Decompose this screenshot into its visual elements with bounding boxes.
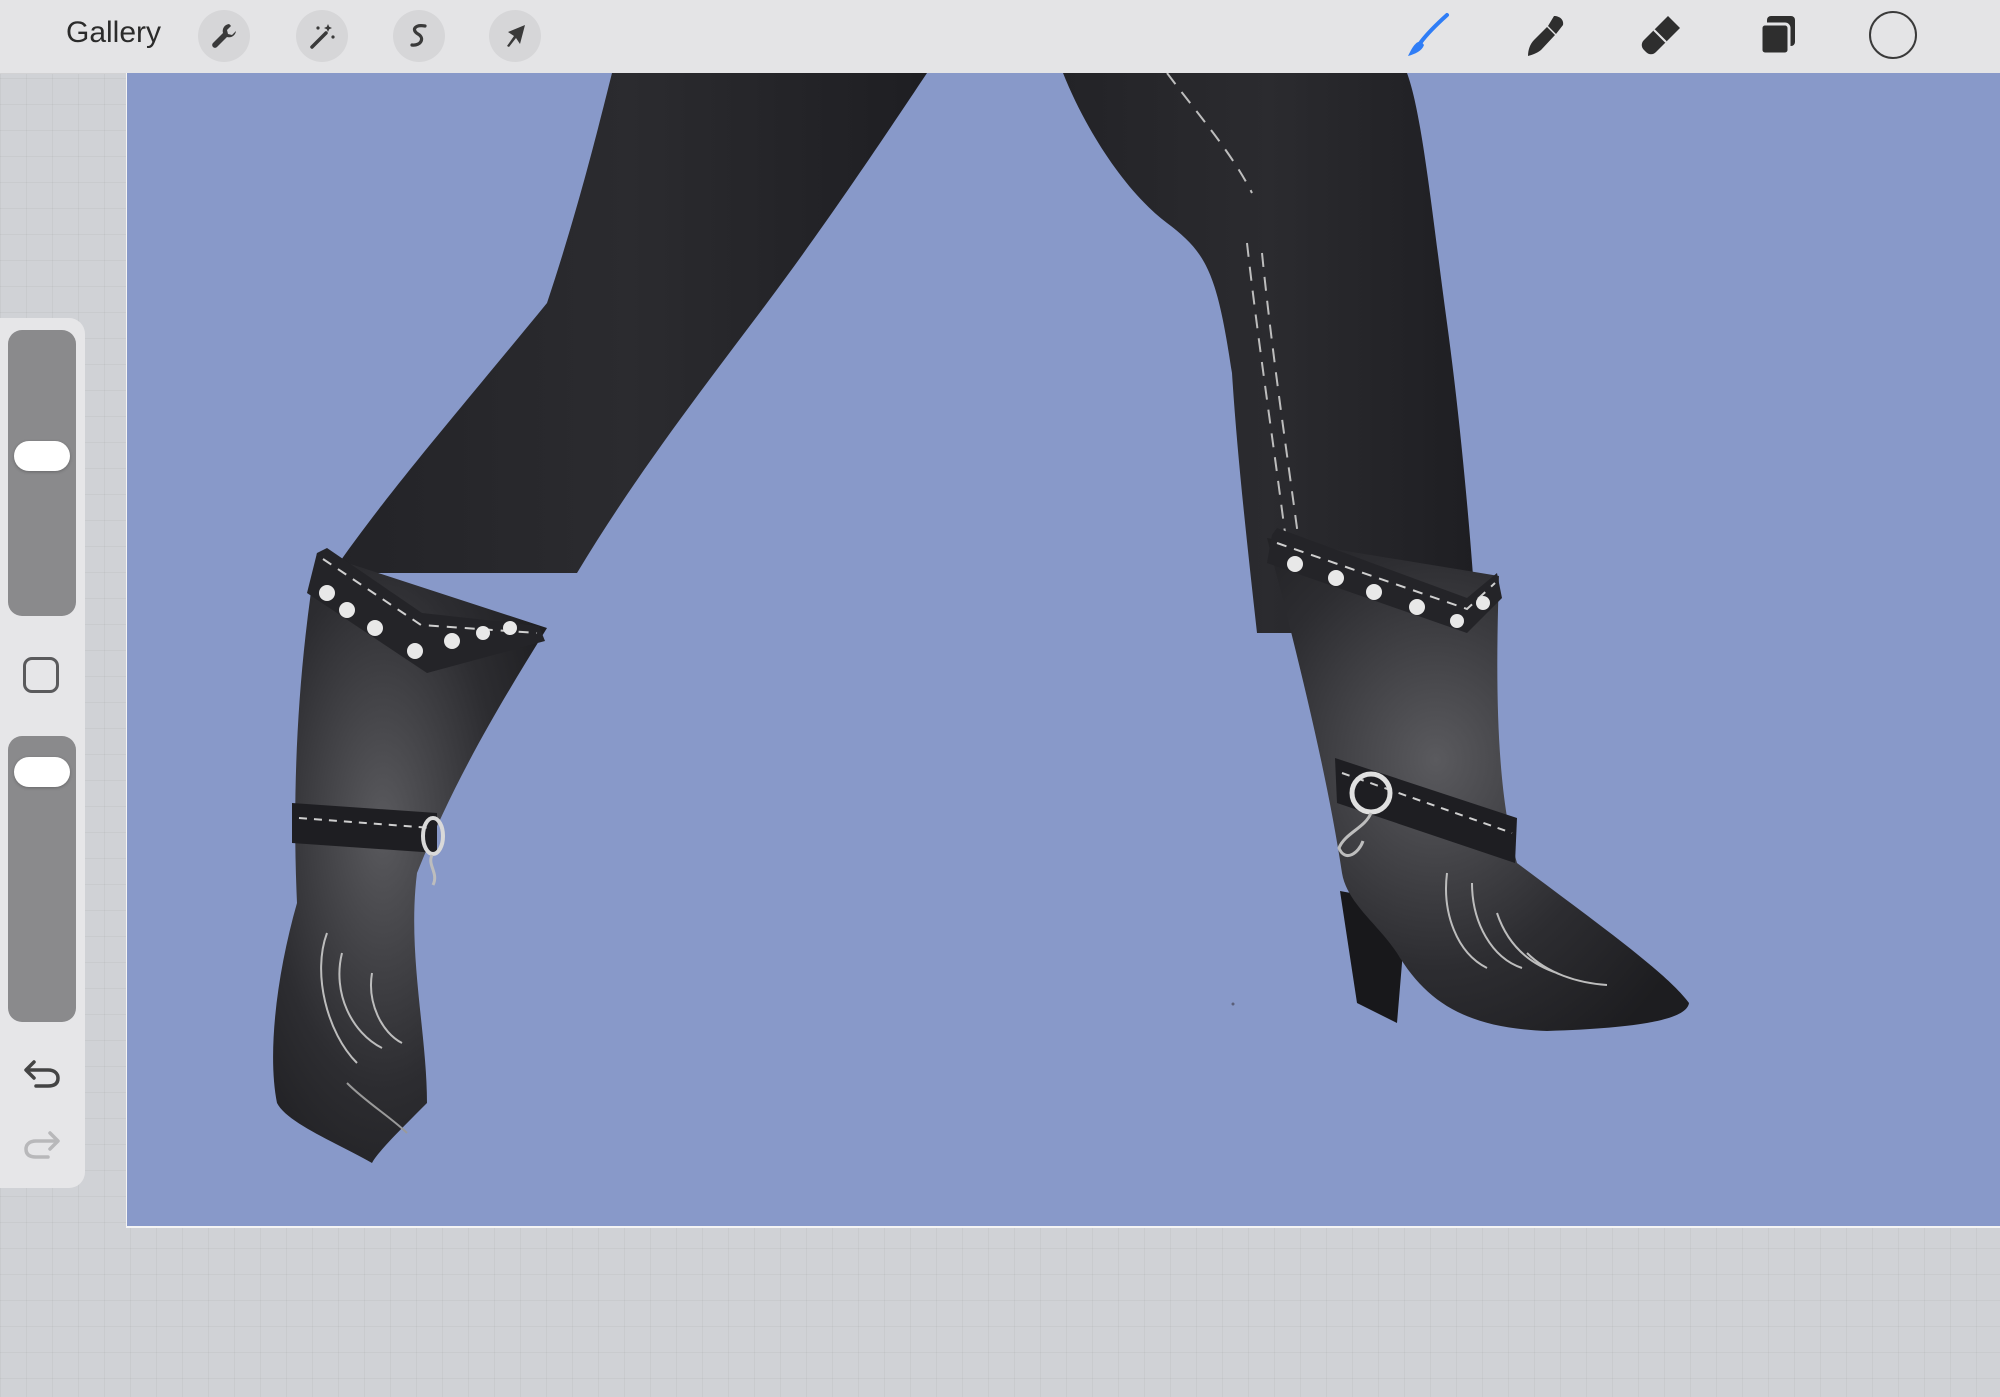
left-leg [332, 73, 927, 573]
modify-button[interactable] [23, 657, 59, 693]
redo-icon [24, 1131, 60, 1159]
artwork [273, 73, 1689, 1163]
selection-button[interactable] [393, 10, 445, 62]
brush-size-thumb[interactable] [14, 441, 70, 472]
color-picker-button[interactable] [1869, 11, 1917, 59]
layers-button[interactable] [1750, 8, 1806, 64]
smudge-icon [1528, 16, 1564, 56]
undo-button[interactable] [20, 1053, 64, 1093]
smudge-tool-button[interactable] [1516, 8, 1572, 64]
magic-wand-icon [310, 24, 335, 49]
eraser-icon [1641, 16, 1680, 55]
brush-icon [1408, 13, 1449, 56]
eraser-tool-button[interactable] [1632, 8, 1688, 64]
brush-tool-button[interactable] [1399, 8, 1455, 64]
gallery-button[interactable]: Gallery [66, 16, 161, 50]
redo-button[interactable] [20, 1124, 64, 1164]
undo-icon [24, 1060, 60, 1088]
brush-size-slider[interactable] [8, 330, 76, 616]
top-toolbar: Gallery [0, 0, 2000, 74]
adjustments-button[interactable] [296, 10, 348, 62]
wrench-icon [212, 24, 236, 48]
actions-button[interactable] [198, 10, 250, 62]
sidebar-panel [0, 318, 85, 1188]
brush-opacity-slider[interactable] [8, 736, 76, 1022]
right-boot [1267, 528, 1689, 1031]
left-boot [273, 548, 547, 1163]
arrow-cursor-icon [507, 25, 525, 47]
selection-s-icon [410, 24, 427, 47]
drawing-canvas[interactable] [126, 73, 2000, 1228]
transform-button[interactable] [489, 10, 541, 62]
brush-opacity-thumb[interactable] [14, 756, 70, 787]
layers-icon [1759, 16, 1795, 56]
